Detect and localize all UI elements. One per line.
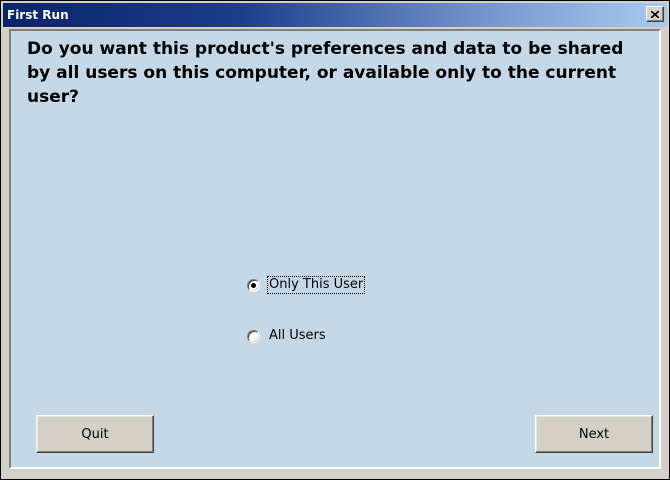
close-x-icon: [651, 10, 659, 18]
next-button[interactable]: Next: [535, 415, 653, 453]
quit-button[interactable]: Quit: [36, 415, 154, 453]
window-title: First Run: [7, 8, 69, 22]
title-bar[interactable]: First Run: [3, 3, 667, 27]
close-button[interactable]: [646, 6, 664, 22]
radio-button-selected-icon[interactable]: [247, 278, 260, 292]
dialog-window: First Run Do you want this product's pre…: [0, 0, 670, 480]
radio-label-all-users[interactable]: All Users: [268, 328, 327, 344]
radio-dot: [251, 282, 256, 288]
question-text: Do you want this product's preferences a…: [27, 39, 624, 107]
radio-label-only-this-user[interactable]: Only This User: [266, 276, 366, 294]
radio-all-users[interactable]: All Users: [247, 328, 327, 344]
radio-only-this-user[interactable]: Only This User: [247, 276, 366, 294]
radio-button-unselected-icon[interactable]: [247, 329, 260, 343]
